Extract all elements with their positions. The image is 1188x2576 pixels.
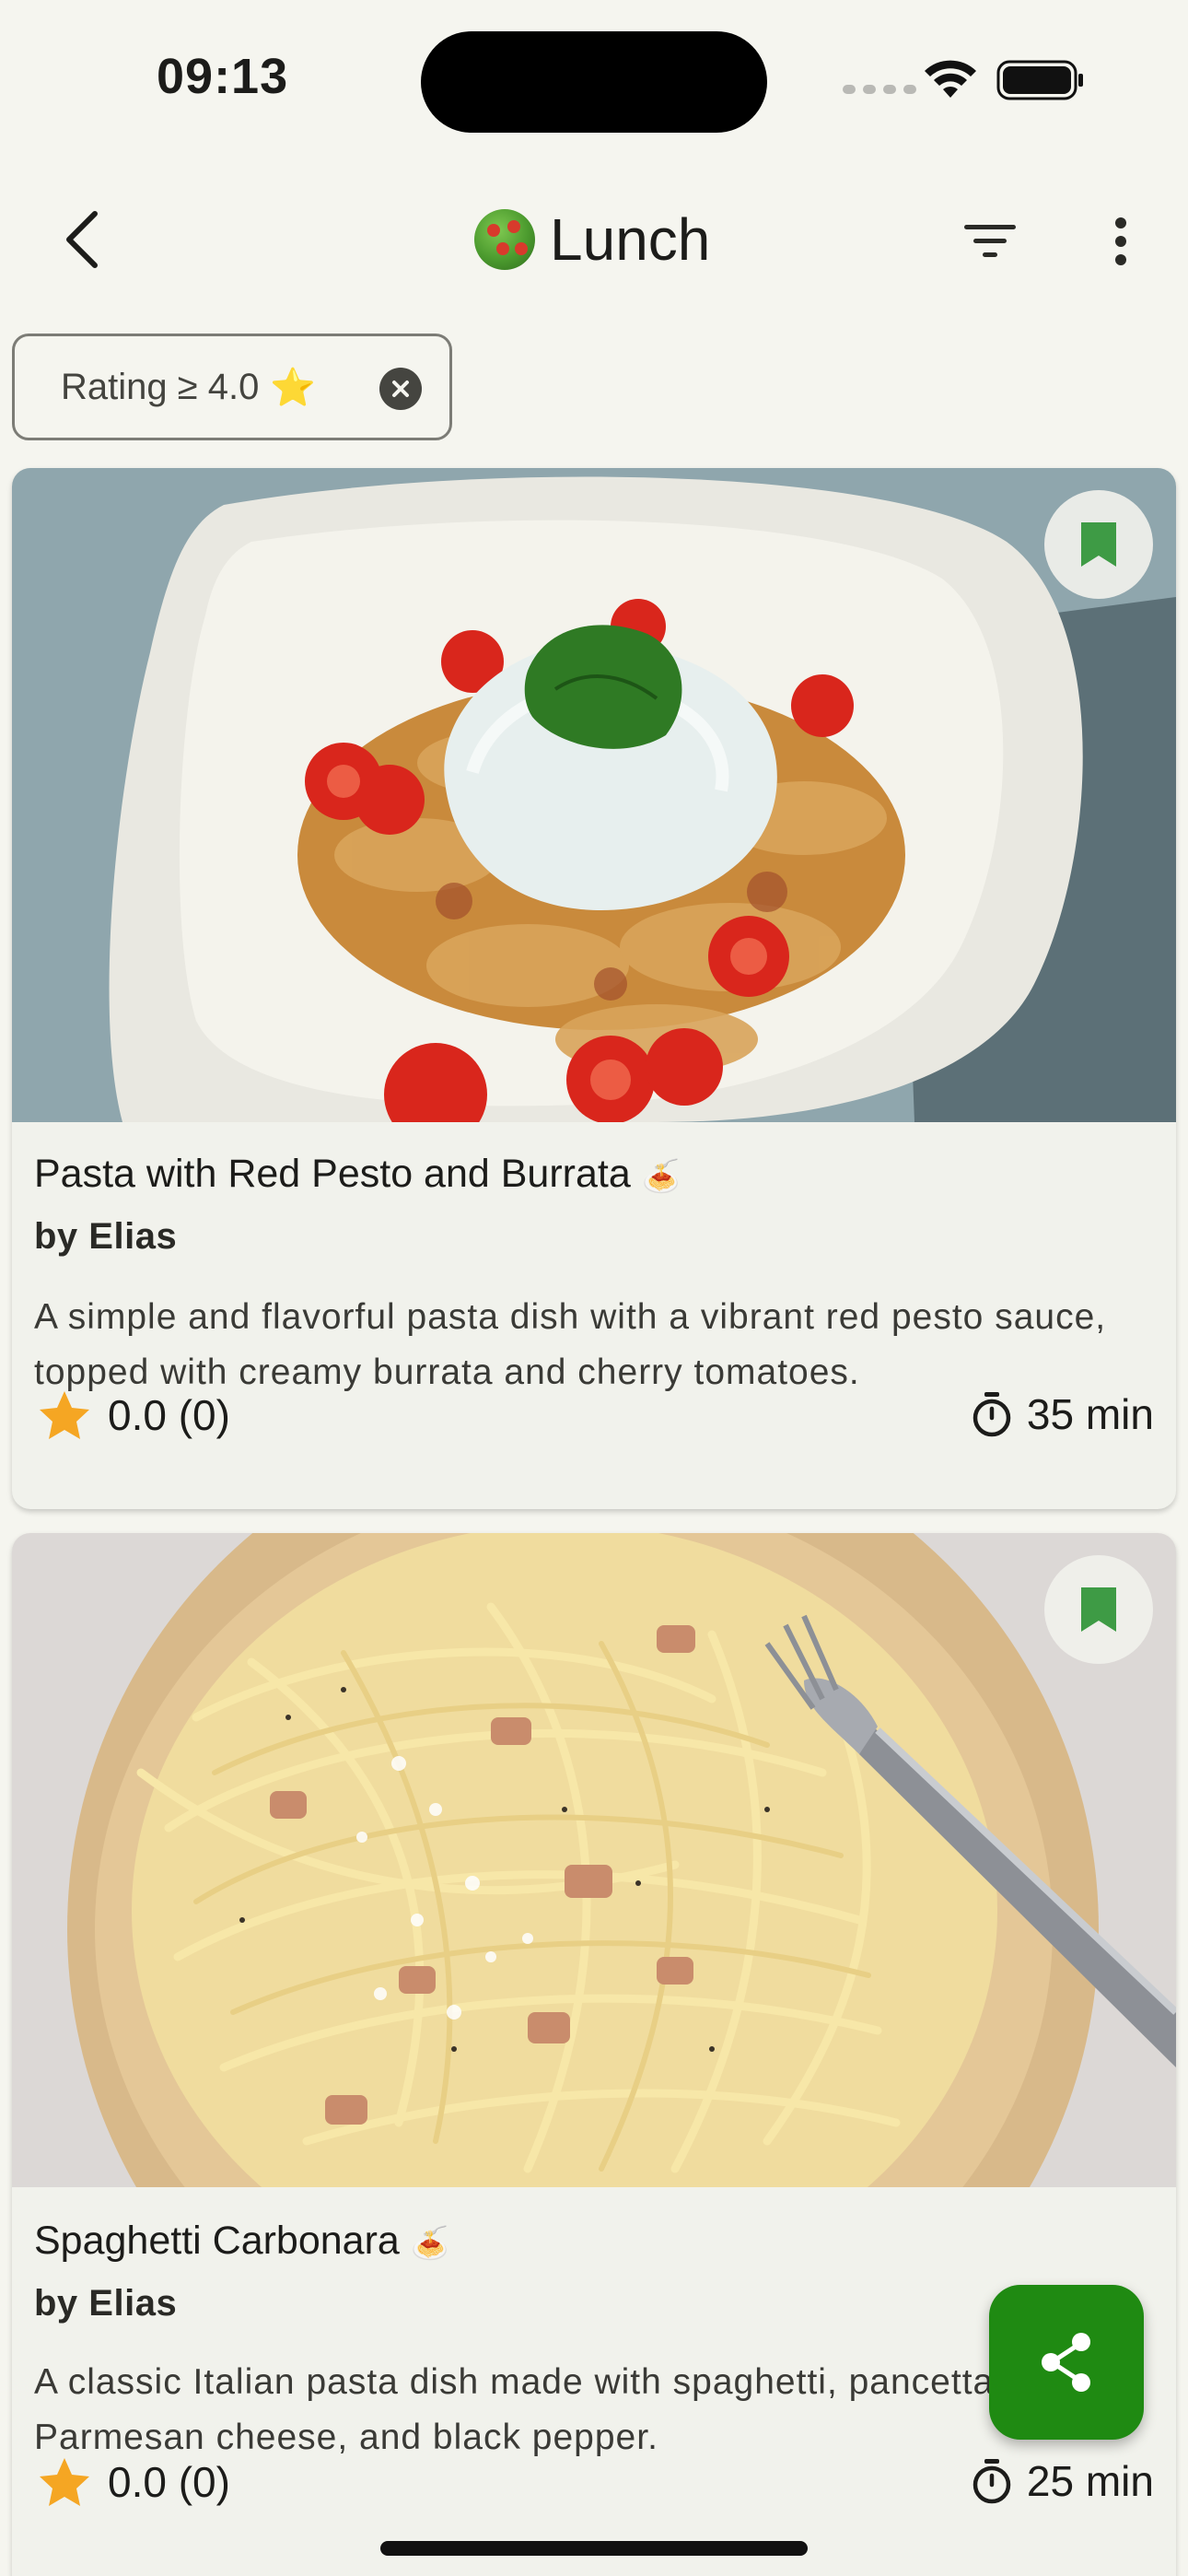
bookmark-button[interactable] [1044,490,1153,599]
timer-icon [973,1392,1011,1437]
home-indicator[interactable] [380,2541,808,2556]
cellular-signal-icon [843,85,916,94]
spaghetti-emoji-icon: 🍝 [641,1159,681,1194]
rating-filter-chip[interactable]: Rating ≥ 4.0 ⭐ [12,334,452,440]
star-icon [40,1391,89,1439]
salad-emoji-icon [474,209,535,270]
app-bar: Lunch [0,189,1188,295]
battery-icon [996,60,1083,100]
duration-value: 25 min [1026,2457,1154,2505]
recipe-rating: 0.0 (0) [38,1389,230,1441]
recipe-duration: 35 min [972,1389,1154,1439]
wifi-icon [925,60,976,98]
share-icon [1042,2333,1090,2392]
recipe-author: by Elias [34,2283,178,2324]
rating-value: 0.0 (0) [108,2458,230,2506]
recipe-rating: 0.0 (0) [38,2456,230,2508]
back-button[interactable] [41,198,123,281]
filter-icon [964,225,1016,257]
more-vertical-icon [1115,217,1126,265]
recipe-image-spaghetti-carbonara [12,1533,1176,2187]
recipe-card[interactable]: Pasta with Red Pesto and Burrata 🍝 by El… [12,468,1176,1509]
filter-button[interactable] [949,200,1031,283]
chevron-left-icon [66,211,98,268]
recipe-title: Spaghetti Carbonara 🍝 [34,2219,450,2263]
recipe-description: A simple and flavorful pasta dish with a… [34,1297,1107,1392]
share-fab[interactable] [989,2285,1144,2440]
rating-value: 0.0 (0) [108,1391,230,1439]
dynamic-island [421,31,767,133]
recipe-duration: 25 min [972,2456,1154,2506]
star-icon [40,2458,89,2506]
duration-value: 35 min [1026,1390,1154,1438]
recipe-image-pasta-burrata [12,468,1176,1122]
more-options-button[interactable] [1079,200,1162,283]
recipe-title: Pasta with Red Pesto and Burrata 🍝 [34,1152,681,1196]
status-time: 09:13 [157,49,289,104]
page-title-text: Lunch [550,206,711,273]
screen: 09:13 Lunch Rating ≥ 4.0 ⭐ Pasta with Re… [0,0,1188,2576]
bookmark-icon [1081,522,1116,567]
chip-label: Rating ≥ 4.0 [61,366,260,407]
timer-icon [973,2459,1011,2504]
page-title: Lunch [474,205,710,274]
star-emoji-icon: ⭐ [270,367,317,408]
recipe-author: by Elias [34,1216,178,1257]
spaghetti-emoji-icon: 🍝 [410,2226,450,2261]
close-circle-icon[interactable] [379,368,422,410]
bookmark-button[interactable] [1044,1555,1153,1664]
bookmark-icon [1081,1587,1116,1632]
status-bar: 09:13 [0,0,1188,166]
